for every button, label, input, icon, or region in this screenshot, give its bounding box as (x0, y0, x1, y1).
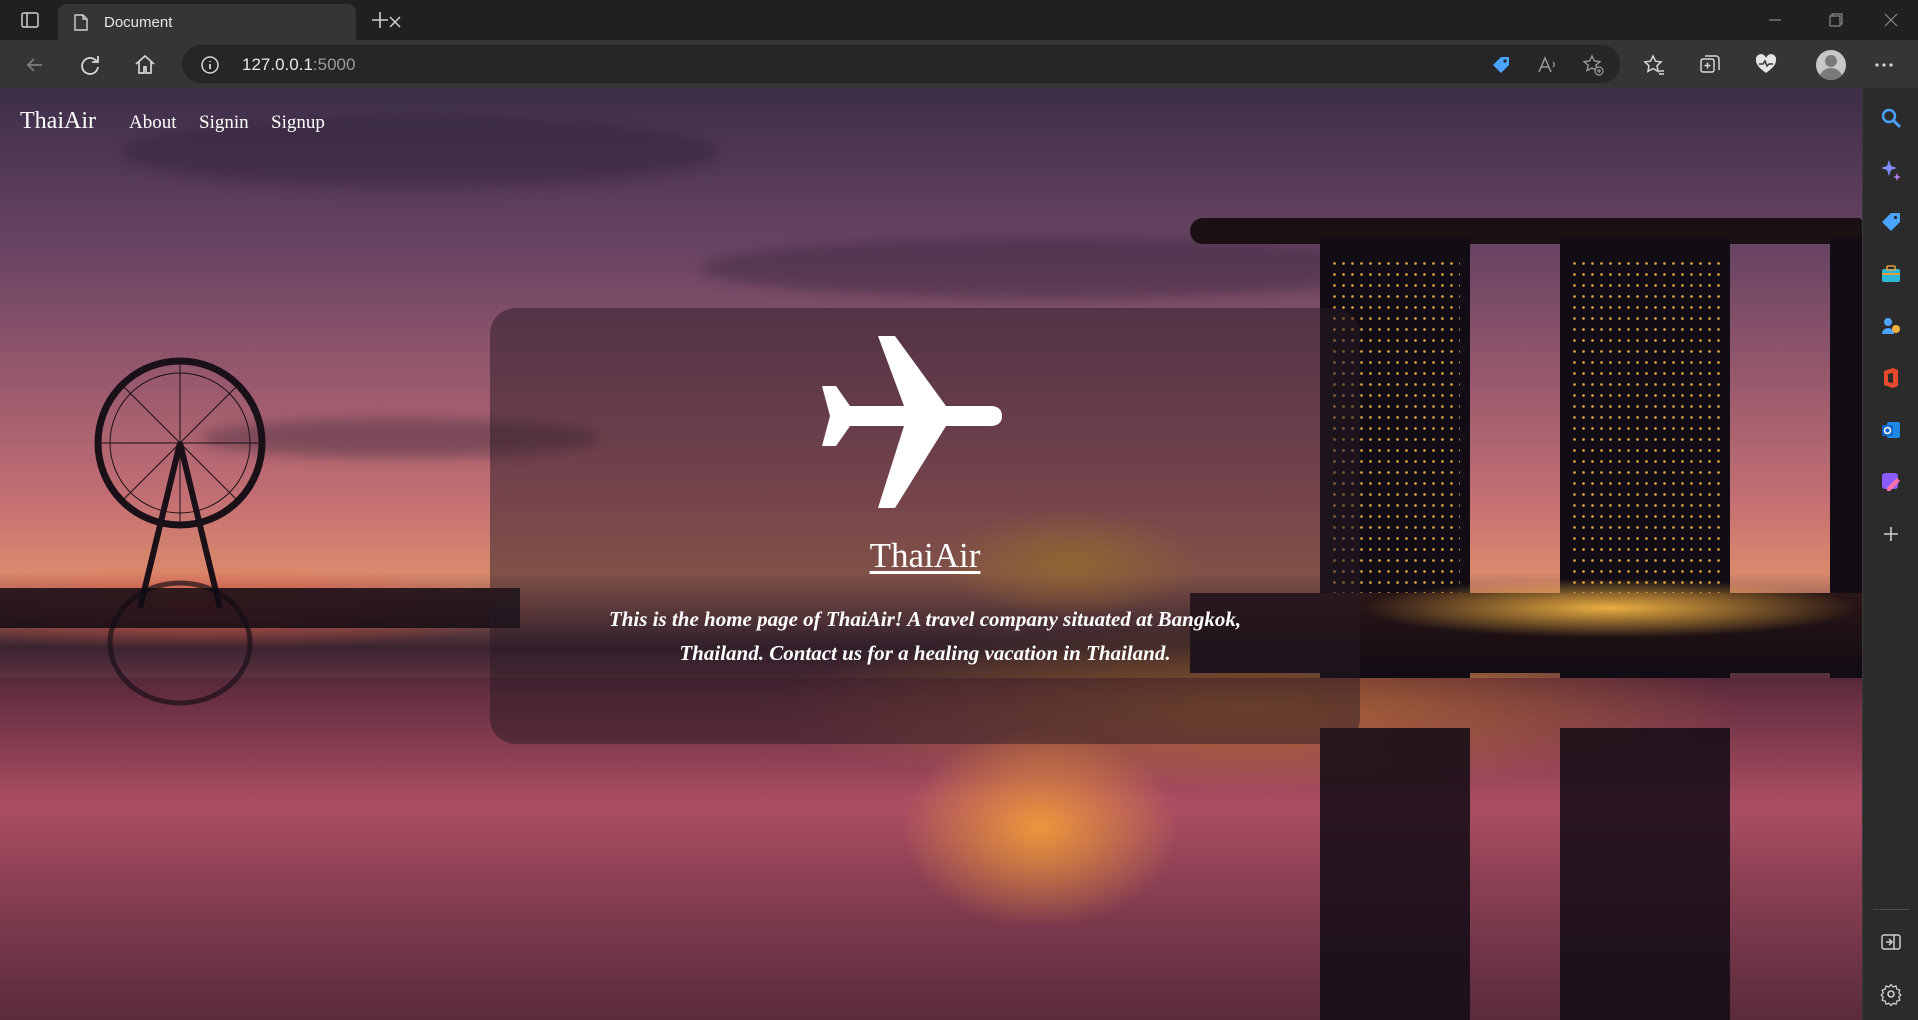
browser-essentials-icon[interactable] (1754, 53, 1778, 77)
airplane-icon (822, 336, 1002, 508)
search-icon[interactable] (1879, 106, 1903, 130)
museum-reflection (900, 728, 1180, 928)
browser-tab[interactable]: Document (58, 4, 401, 40)
restore-icon[interactable] (1820, 8, 1850, 32)
profile-avatar[interactable] (1816, 50, 1846, 80)
browser-toolbar: 127.0.0.1:5000 (0, 40, 1918, 88)
skyline (0, 588, 520, 628)
refresh-icon[interactable] (75, 50, 105, 80)
add-favorite-icon[interactable] (1582, 54, 1604, 76)
nav-signup-link[interactable]: Signup (271, 112, 325, 134)
minimize-icon[interactable] (1760, 8, 1790, 32)
new-tab-icon[interactable] (366, 8, 394, 32)
hero-panel: ThaiAir This is the home page of ThaiAir… (490, 308, 1360, 744)
designer-icon[interactable] (1879, 470, 1903, 494)
copilot-sparkle-icon[interactable] (1879, 158, 1903, 182)
tab-actions-button[interactable] (12, 6, 48, 34)
page-viewport: ThaiAir About Signin Signup ThaiAir This… (0, 88, 1862, 1020)
hero-title: ThaiAir (869, 536, 981, 575)
collections-icon[interactable] (1698, 53, 1722, 77)
browser-tab-strip: Document (0, 0, 1918, 40)
address-bar[interactable]: 127.0.0.1:5000 (182, 45, 1620, 83)
favorites-icon[interactable] (1642, 53, 1666, 77)
tab-actions-icon (21, 12, 39, 28)
brand-logo-link[interactable]: ThaiAir (20, 108, 96, 135)
site-info-icon[interactable] (200, 55, 220, 75)
add-sidebar-app-icon[interactable] (1879, 522, 1903, 546)
ferris-wheel-image (94, 357, 266, 706)
tower-reflection (1560, 728, 1730, 1020)
sidebar-divider (1873, 909, 1909, 910)
document-icon (74, 14, 88, 31)
close-window-icon[interactable] (1876, 8, 1906, 32)
nav-about-link[interactable]: About (129, 112, 177, 134)
read-aloud-icon[interactable] (1536, 54, 1558, 76)
cloud (700, 238, 1400, 298)
edge-sidebar (1862, 88, 1918, 1020)
office-icon[interactable] (1879, 366, 1903, 390)
coupon-tag-icon[interactable] (1490, 54, 1512, 76)
more-menu-icon[interactable] (1872, 53, 1896, 77)
tools-briefcase-icon[interactable] (1879, 262, 1903, 286)
home-icon[interactable] (130, 50, 160, 80)
back-icon[interactable] (20, 50, 50, 80)
sidebar-settings-icon[interactable] (1879, 982, 1903, 1006)
tower-reflection (1320, 728, 1470, 1020)
games-icon[interactable] (1879, 314, 1903, 338)
nav-signin-link[interactable]: Signin (199, 112, 249, 134)
outlook-icon[interactable] (1879, 418, 1903, 442)
tab-title: Document (104, 14, 173, 31)
hero-description: This is the home page of ThaiAir! A trav… (608, 607, 1242, 665)
skypark (1190, 218, 1862, 244)
waterfront-glow (1360, 578, 1860, 638)
shopping-tag-icon[interactable] (1879, 210, 1903, 234)
user-icon (1819, 55, 1843, 80)
url-text[interactable]: 127.0.0.1:5000 (242, 55, 355, 75)
hide-sidebar-icon[interactable] (1879, 930, 1903, 954)
